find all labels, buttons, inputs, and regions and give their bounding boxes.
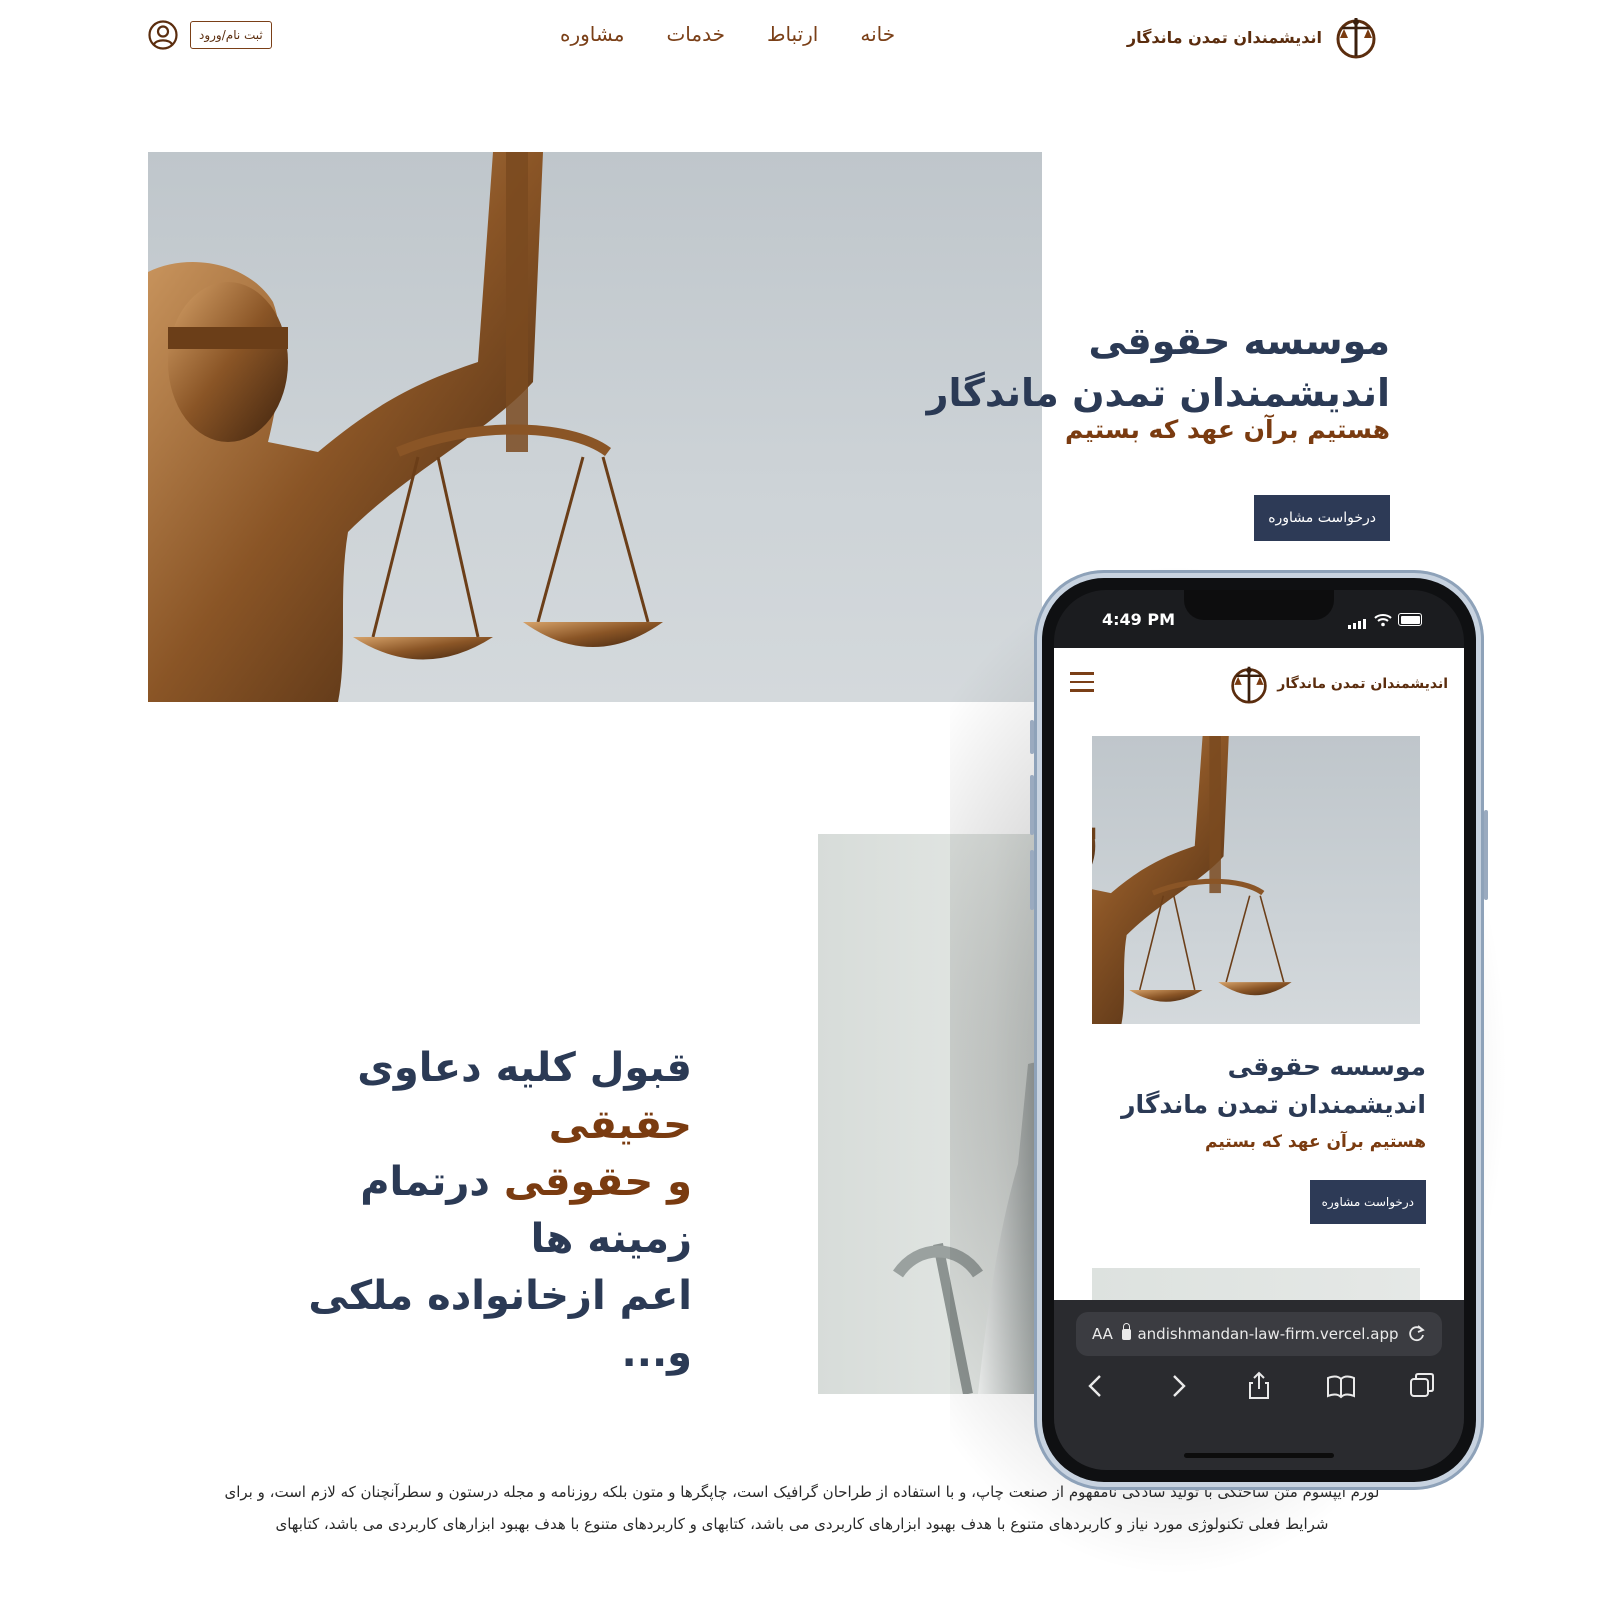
nav-consultation[interactable]: مشاوره [560, 22, 624, 46]
status-icons [1348, 610, 1422, 629]
login-register-button[interactable]: ثبت نام/ورود [190, 21, 272, 49]
headline-line-1: قبول کلیه دعاوی حقیقی [272, 1040, 692, 1154]
mobile-logo[interactable]: اندیشمندان تمدن ماندگار [1229, 662, 1448, 706]
lady-justice-statue-image [1092, 736, 1292, 1024]
hero-subtitle: هستیم برآن عهد که بستیم [1064, 415, 1390, 444]
site-logo[interactable]: اندیشمندان تمدن ماندگار [1127, 14, 1378, 60]
logo-text: اندیشمندان تمدن ماندگار [1126, 27, 1322, 47]
forward-icon[interactable] [1162, 1370, 1194, 1402]
headline-text: قبول کلیه دعاوی [357, 1045, 692, 1091]
request-consultation-button[interactable]: درخواست مشاوره [1254, 495, 1390, 541]
phone-side-button [1484, 810, 1488, 900]
auth-area: ثبت نام/ورود [148, 20, 272, 50]
home-indicator [1184, 1453, 1334, 1458]
lady-justice-statue-image [148, 152, 663, 702]
phone-screen: 4:49 PM اندیشمندان تمدن ماندگار موسسه حق… [1054, 590, 1464, 1470]
reader-aa-button[interactable]: AA [1092, 1325, 1113, 1343]
lock-icon [1122, 1322, 1132, 1340]
mobile-hero-image [1092, 736, 1420, 1024]
headline-line-3: اعم ازخانواده ملکی و... [308, 1273, 692, 1376]
mobile-hero-title: موسسه حقوقی اندیشمندان تمدن ماندگار [1121, 1052, 1426, 1119]
safari-toolbar [1080, 1370, 1438, 1402]
phone-side-button [1030, 850, 1034, 910]
mobile-page: اندیشمندان تمدن ماندگار موسسه حقوقی اندی… [1054, 648, 1464, 1358]
mobile-request-consultation-button[interactable]: درخواست مشاوره [1309, 1180, 1426, 1224]
tabs-icon[interactable] [1406, 1370, 1438, 1402]
headline-line-2: و حقوقی درتمام زمینه ها [272, 1154, 692, 1268]
url-display: andishmandan-law-firm.vercel.app [1122, 1322, 1399, 1343]
hamburger-menu-icon[interactable] [1070, 672, 1094, 694]
nav-contact[interactable]: ارتباط [767, 22, 818, 46]
reload-icon[interactable] [1408, 1325, 1426, 1343]
hero-image [148, 152, 1042, 702]
battery-icon [1398, 613, 1422, 626]
phone-bezel: 4:49 PM اندیشمندان تمدن ماندگار موسسه حق… [1042, 578, 1476, 1482]
hero-title: موسسه حقوقی اندیشمندان تمدن ماندگار [926, 319, 1390, 415]
back-icon[interactable] [1080, 1370, 1112, 1402]
phone-notch [1184, 590, 1334, 620]
mobile-header: اندیشمندان تمدن ماندگار [1070, 662, 1448, 710]
scales-of-justice-logo-icon [1231, 666, 1267, 704]
phone-side-button [1030, 775, 1034, 835]
main-nav: خانه ارتباط خدمات مشاوره [560, 22, 895, 46]
nav-services[interactable]: خدمات [666, 22, 725, 46]
mobile-logo-text: اندیشمندان تمدن ماندگار [1277, 676, 1448, 692]
share-icon[interactable] [1243, 1370, 1275, 1402]
bookmarks-icon[interactable] [1325, 1370, 1357, 1402]
headline-accent: حقیقی [548, 1102, 692, 1148]
phone-side-button [1030, 720, 1034, 754]
address-bar[interactable]: AA andishmandan-law-firm.vercel.app [1076, 1312, 1442, 1356]
phone-mockup: 4:49 PM اندیشمندان تمدن ماندگار موسسه حق… [1030, 570, 1488, 1490]
status-time: 4:49 PM [1102, 610, 1176, 629]
safari-bottom-bar: AA andishmandan-law-firm.vercel.app [1054, 1300, 1464, 1470]
nav-home[interactable]: خانه [860, 22, 895, 46]
signal-icon [1348, 610, 1368, 629]
wifi-icon [1374, 613, 1392, 626]
scales-of-justice-logo-icon [1336, 18, 1376, 59]
services-headline: قبول کلیه دعاوی حقیقی و حقوقی درتمام زمی… [272, 1040, 692, 1382]
user-avatar-icon[interactable] [148, 20, 178, 50]
mobile-hero-subtitle: هستیم برآن عهد که بستیم [1204, 1132, 1426, 1152]
url-text: andishmandan-law-firm.vercel.app [1137, 1325, 1399, 1343]
headline-accent: و حقوقی [503, 1159, 692, 1205]
